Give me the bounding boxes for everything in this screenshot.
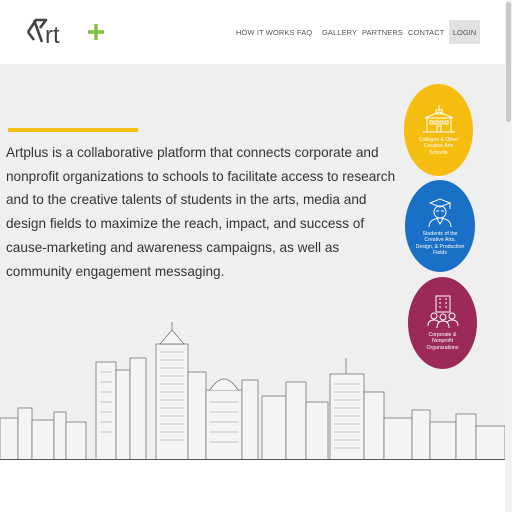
artplus-logo[interactable]: rt bbox=[26, 12, 106, 52]
nav-gallery[interactable]: GALLERY bbox=[322, 28, 357, 37]
intro-text: Artplus is a collaborative platform that… bbox=[6, 145, 396, 279]
circle-students-label: Students of the Creative Arts, Design, &… bbox=[415, 230, 465, 256]
circle-schools[interactable]: Colleges & Other Creative Arts Schools bbox=[404, 84, 473, 176]
circle-students[interactable]: Students of the Creative Arts, Design, &… bbox=[405, 180, 475, 272]
nav-contact[interactable]: CONTACT bbox=[408, 28, 444, 37]
login-button[interactable]: LOGIN bbox=[449, 20, 480, 44]
circle-schools-label: Colleges & Other Creative Arts Schools bbox=[418, 136, 459, 156]
page-scrollbar[interactable] bbox=[505, 0, 512, 512]
site-header: rt HOW IT WORKS FAQ GALLERY PARTNERS CON… bbox=[0, 0, 505, 64]
city-skyline-illustration bbox=[0, 322, 505, 460]
nav-faq[interactable]: FAQ bbox=[297, 28, 312, 37]
nav-partners[interactable]: PARTNERS bbox=[362, 28, 403, 37]
accent-bar bbox=[8, 128, 138, 132]
school-building-icon bbox=[422, 104, 455, 133]
nav-how-it-works[interactable]: HOW IT WORKS bbox=[236, 28, 295, 37]
scrollbar-thumb[interactable] bbox=[506, 2, 511, 122]
graduate-student-icon bbox=[428, 198, 452, 227]
svg-text:rt: rt bbox=[45, 22, 60, 49]
